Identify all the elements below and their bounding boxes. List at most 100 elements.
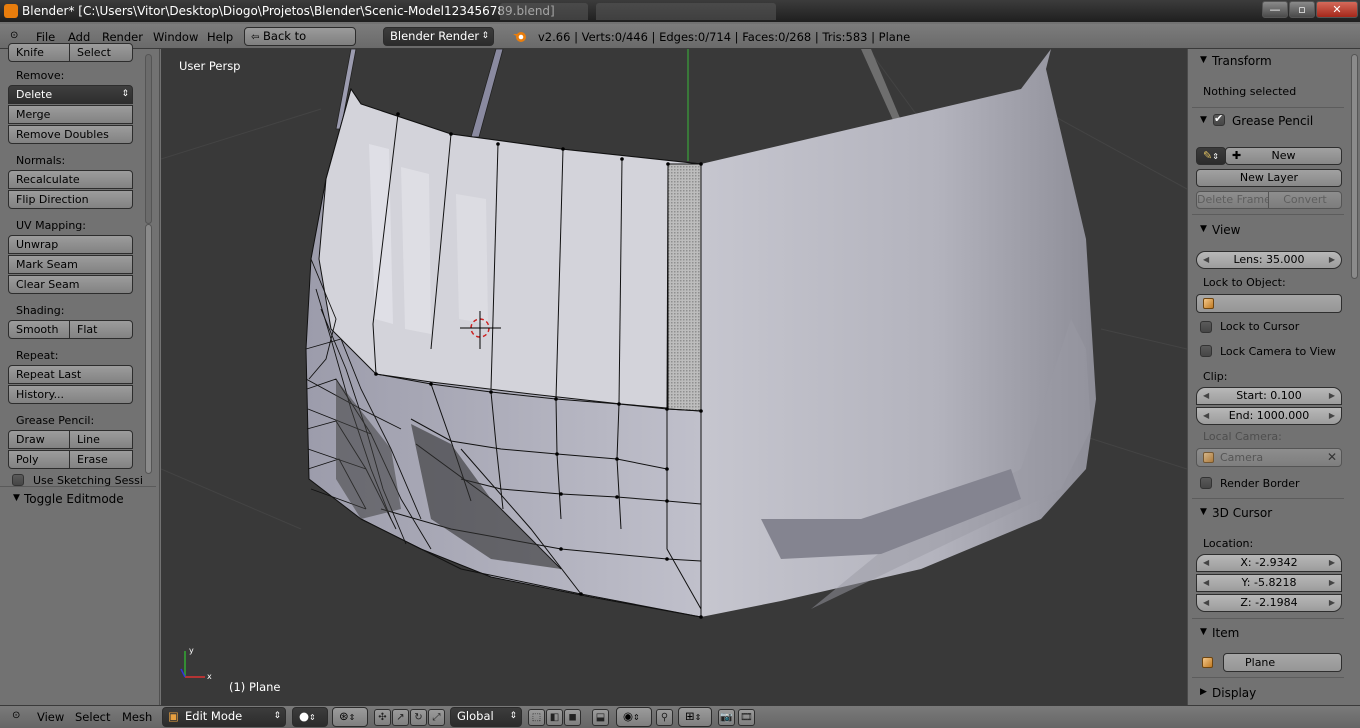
menu-render[interactable]: Render bbox=[102, 30, 143, 44]
increment-arrow-icon[interactable]: ▶ bbox=[1329, 252, 1335, 268]
cursor-z-field[interactable]: ◀ Z: -2.1984 ▶ bbox=[1196, 594, 1342, 612]
mode-select[interactable]: ▣ Edit Mode ⇕ bbox=[162, 707, 286, 727]
menu-help[interactable]: Help bbox=[207, 30, 233, 44]
convert-button[interactable]: Convert bbox=[1268, 191, 1342, 209]
recalculate-button[interactable]: Recalculate bbox=[8, 170, 133, 189]
increment-arrow-icon[interactable]: ▶ bbox=[1329, 388, 1335, 404]
pencil-datablock-select[interactable]: ✎⇕ bbox=[1196, 147, 1226, 165]
background-tab bbox=[596, 3, 776, 20]
local-camera-field[interactable]: Camera ✕ bbox=[1196, 448, 1342, 467]
object-name-field[interactable]: Plane bbox=[1223, 653, 1342, 672]
decrement-arrow-icon[interactable]: ◀ bbox=[1203, 252, 1209, 268]
decrement-arrow-icon[interactable]: ◀ bbox=[1203, 555, 1209, 571]
decrement-arrow-icon[interactable]: ◀ bbox=[1203, 388, 1209, 404]
snap-element-select[interactable]: ⊞⇕ bbox=[678, 707, 712, 727]
delete-frame-button[interactable]: Delete Frame bbox=[1196, 191, 1271, 209]
decrement-arrow-icon[interactable]: ◀ bbox=[1203, 408, 1209, 424]
snap-toggle-icon[interactable]: ⚲ bbox=[656, 709, 673, 726]
lock-to-cursor-checkbox[interactable] bbox=[1200, 321, 1212, 333]
erase-button[interactable]: Erase bbox=[69, 450, 133, 469]
decrement-arrow-icon[interactable]: ◀ bbox=[1203, 575, 1209, 591]
clear-x-icon[interactable]: ✕ bbox=[1327, 449, 1337, 466]
knife-button[interactable]: Knife bbox=[8, 43, 70, 62]
face-select-icon[interactable]: ◼ bbox=[564, 709, 581, 726]
clear-seam-button[interactable]: Clear Seam bbox=[8, 275, 133, 294]
flip-direction-button[interactable]: Flip Direction bbox=[8, 190, 133, 209]
menu-mesh[interactable]: Mesh bbox=[122, 710, 152, 724]
camera-name: Camera bbox=[1220, 451, 1264, 464]
menu-select[interactable]: Select bbox=[75, 710, 110, 724]
menu-file[interactable]: File bbox=[36, 30, 55, 44]
editor-type-icon[interactable]: ⊙ bbox=[10, 30, 18, 41]
flat-button[interactable]: Flat bbox=[69, 320, 133, 339]
view-panel-header[interactable]: ▼ View bbox=[1188, 221, 1348, 241]
maximize-button[interactable]: ▫ bbox=[1289, 1, 1315, 18]
repeat-last-button[interactable]: Repeat Last bbox=[8, 365, 133, 384]
menu-window[interactable]: Window bbox=[153, 30, 198, 44]
close-button[interactable]: ✕ bbox=[1316, 1, 1358, 18]
history-button[interactable]: History... bbox=[8, 385, 133, 404]
delete-menu-button[interactable]: Delete ⇕ bbox=[8, 85, 133, 104]
increment-arrow-icon[interactable]: ▶ bbox=[1329, 575, 1335, 591]
3d-cursor-panel-header[interactable]: ▼ 3D Cursor bbox=[1188, 504, 1348, 524]
scale-manipulator-icon[interactable]: ⤢ bbox=[428, 709, 445, 726]
object-name-value: Plane bbox=[1245, 656, 1276, 669]
object-cube-icon bbox=[1202, 657, 1213, 668]
new-layer-button[interactable]: New Layer bbox=[1196, 169, 1342, 187]
translate-manipulator-icon[interactable]: ↗ bbox=[392, 709, 409, 726]
vertex-select-icon[interactable]: ⬚ bbox=[528, 709, 545, 726]
render-still-icon[interactable]: 📷 bbox=[718, 709, 735, 726]
tool-shelf-scrollbar[interactable] bbox=[145, 224, 152, 474]
new-grease-pencil-button[interactable]: ✚ New bbox=[1225, 147, 1342, 165]
grease-pencil-panel-header[interactable]: ▼ Grease Pencil bbox=[1188, 112, 1348, 132]
panel-divider bbox=[0, 486, 156, 487]
smooth-button[interactable]: Smooth bbox=[8, 320, 70, 339]
sketching-session-checkbox[interactable] bbox=[12, 474, 24, 486]
increment-arrow-icon[interactable]: ▶ bbox=[1329, 408, 1335, 424]
pivot-point-select[interactable]: ⊛⇕ bbox=[332, 707, 368, 727]
lens-field[interactable]: ◀ Lens: 35.000 ▶ bbox=[1196, 251, 1342, 269]
edge-select-icon[interactable]: ◧ bbox=[546, 709, 563, 726]
cursor-x-field[interactable]: ◀ X: -2.9342 ▶ bbox=[1196, 554, 1342, 572]
menu-add[interactable]: Add bbox=[68, 30, 90, 44]
lock-object-field[interactable] bbox=[1196, 294, 1342, 313]
proportional-edit-select[interactable]: ◉⇕ bbox=[616, 707, 652, 727]
display-panel-header[interactable]: ▶ Display bbox=[1188, 684, 1348, 704]
select-button[interactable]: Select bbox=[69, 43, 133, 62]
menu-view[interactable]: View bbox=[37, 710, 64, 724]
increment-arrow-icon[interactable]: ▶ bbox=[1329, 595, 1335, 611]
collapse-triangle-icon[interactable]: ▼ bbox=[13, 493, 20, 503]
clip-start-field[interactable]: ◀ Start: 0.100 ▶ bbox=[1196, 387, 1342, 405]
remove-doubles-button[interactable]: Remove Doubles bbox=[8, 125, 133, 144]
clip-end-field[interactable]: ◀ End: 1000.000 ▶ bbox=[1196, 407, 1342, 425]
mark-seam-button[interactable]: Mark Seam bbox=[8, 255, 133, 274]
lock-camera-checkbox[interactable] bbox=[1200, 345, 1212, 357]
manipulator-toggle-icon[interactable]: ✣ bbox=[374, 709, 391, 726]
render-animation-icon[interactable]: 🎞 bbox=[738, 709, 755, 726]
merge-button[interactable]: Merge bbox=[8, 105, 133, 124]
minimize-button[interactable]: — bbox=[1262, 1, 1288, 18]
render-border-checkbox[interactable] bbox=[1200, 477, 1212, 489]
poly-button[interactable]: Poly bbox=[8, 450, 70, 469]
editor-type-icon[interactable]: ⊙ bbox=[12, 710, 20, 721]
transform-panel-header[interactable]: ▼ Transform bbox=[1188, 52, 1348, 72]
draw-button[interactable]: Draw bbox=[8, 430, 70, 449]
properties-scrollbar[interactable] bbox=[1351, 54, 1358, 279]
selected-face-strip[interactable] bbox=[667, 163, 702, 412]
grease-pencil-checkbox[interactable] bbox=[1213, 112, 1225, 126]
decrement-arrow-icon[interactable]: ◀ bbox=[1203, 595, 1209, 611]
toggle-editmode-header[interactable]: Toggle Editmode bbox=[24, 492, 124, 506]
rotate-manipulator-icon[interactable]: ↻ bbox=[410, 709, 427, 726]
unwrap-button[interactable]: Unwrap bbox=[8, 235, 133, 254]
render-engine-select[interactable]: Blender Render ⇕ bbox=[383, 27, 494, 46]
item-panel-header[interactable]: ▼ Item bbox=[1188, 624, 1348, 644]
mesh-canvas[interactable]: y x bbox=[161, 49, 1187, 705]
increment-arrow-icon[interactable]: ▶ bbox=[1329, 555, 1335, 571]
orientation-select[interactable]: Global ⇕ bbox=[450, 707, 522, 727]
back-to-previous-button[interactable]: ⇦ Back to Previous bbox=[244, 27, 356, 61]
viewport-shading-select[interactable]: ●⇕ bbox=[292, 707, 328, 727]
line-button[interactable]: Line bbox=[69, 430, 133, 449]
3d-viewport[interactable]: y x User Persp (1) Plane bbox=[161, 49, 1187, 705]
cursor-y-field[interactable]: ◀ Y: -5.8218 ▶ bbox=[1196, 574, 1342, 592]
limit-selection-icon[interactable]: ⬓ bbox=[592, 709, 609, 726]
